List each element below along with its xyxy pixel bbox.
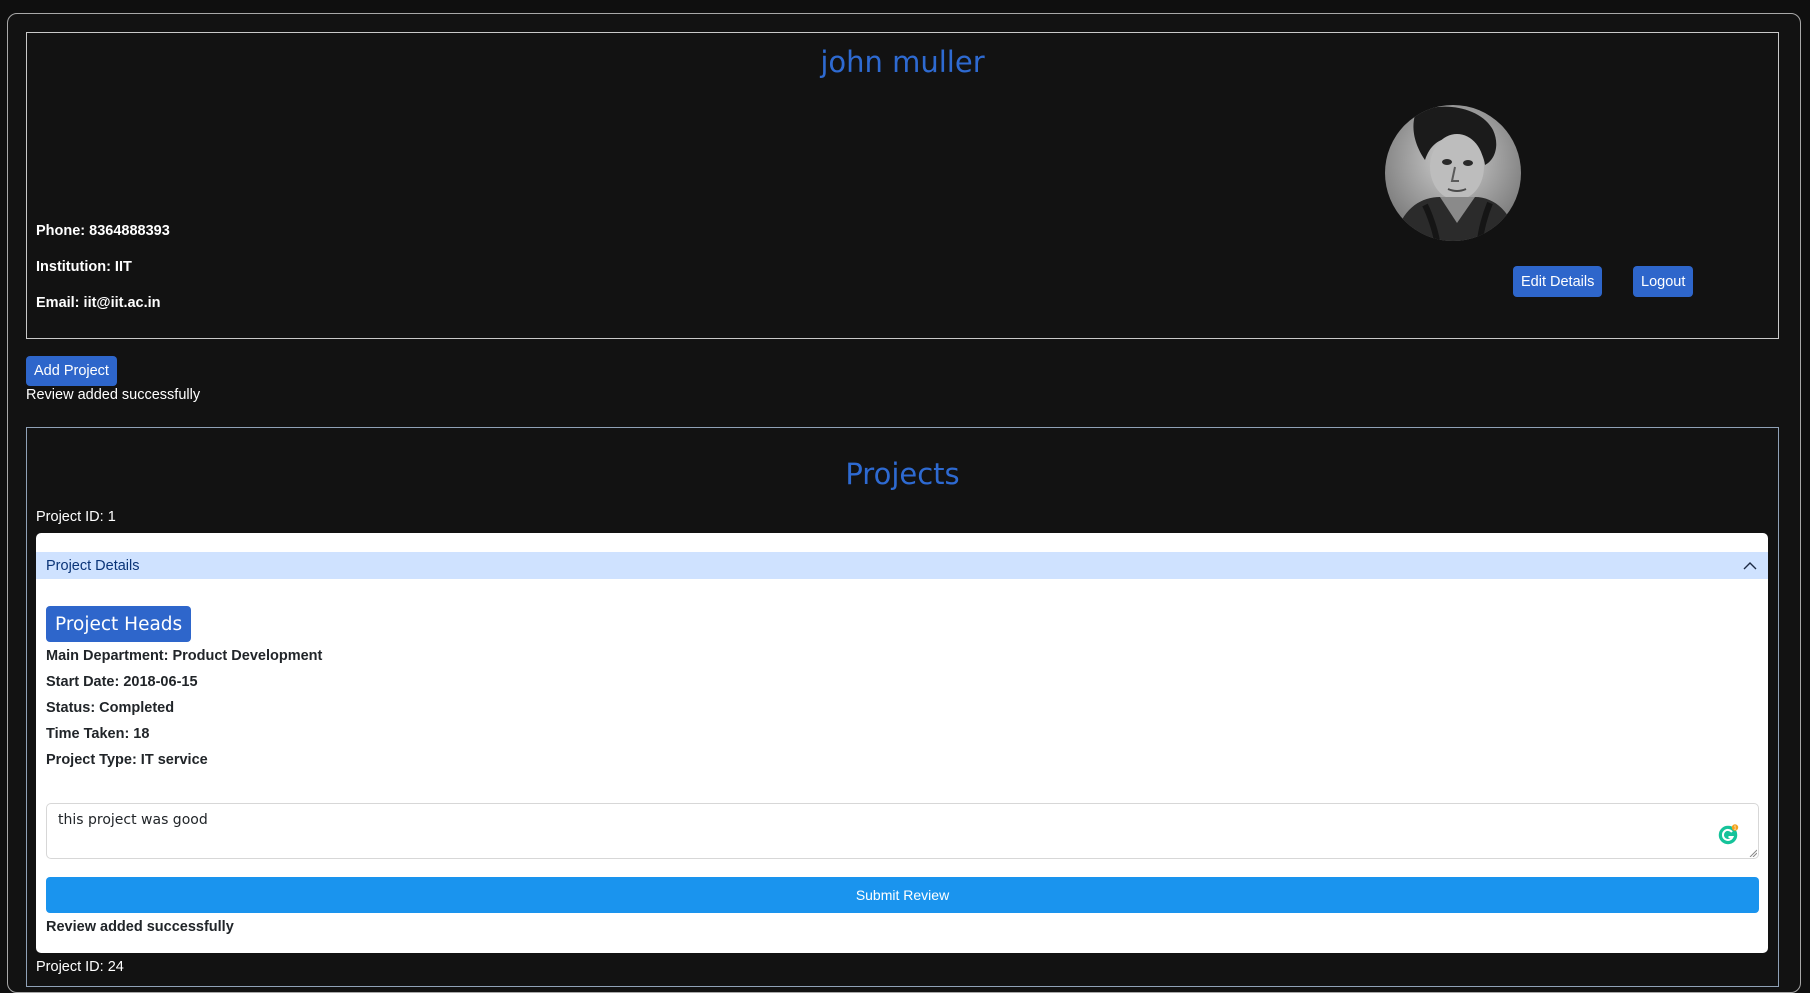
detail-start-date: Start Date: 2018-06-15 — [46, 674, 198, 690]
chevron-up-icon — [1743, 562, 1757, 570]
projects-title: Projects — [845, 457, 960, 491]
edit-details-button[interactable]: Edit Details — [1513, 266, 1603, 297]
institution-text: Institution: IIT — [36, 259, 132, 275]
phone-text: Phone: 8364888393 — [36, 223, 170, 239]
resize-grip-icon[interactable] — [1749, 849, 1757, 857]
accordion-label: Project Details — [46, 557, 140, 574]
project-heads-button[interactable]: Project Heads — [46, 606, 192, 642]
status-message: Review added successfully — [26, 387, 201, 403]
project-details-accordion[interactable]: Project Details — [36, 552, 1768, 579]
project-id: Project ID: 1 — [36, 509, 116, 525]
detail-department: Main Department: Product Development — [46, 648, 323, 664]
submit-review-button[interactable]: Submit Review — [46, 877, 1759, 913]
email-text: Email: iit@iit.ac.in — [36, 295, 161, 311]
logout-button[interactable]: Logout — [1633, 266, 1694, 297]
add-project-button[interactable]: Add Project — [26, 356, 117, 386]
review-status-message: Review added successfully — [46, 919, 234, 935]
grammarly-icon[interactable]: 1 — [1717, 824, 1739, 846]
avatar-image — [1385, 105, 1521, 241]
avatar — [1385, 105, 1521, 241]
detail-time-taken: Time Taken: 18 — [46, 726, 150, 742]
detail-project-type: Project Type: IT service — [46, 752, 208, 768]
projects-section: Projects Project ID: 1 Project Details P… — [26, 427, 1779, 987]
profile-name: john muller — [820, 45, 985, 79]
grammarly-badge-count: 1 — [1734, 826, 1737, 832]
profile-card: john muller Phone: 8364888393 Institutio… — [26, 32, 1779, 339]
project-id: Project ID: 24 — [36, 959, 124, 975]
detail-status: Status: Completed — [46, 700, 175, 716]
project-card: Project Details Project Heads Main Depar… — [36, 533, 1768, 953]
review-textarea[interactable]: this project was good — [46, 803, 1759, 859]
